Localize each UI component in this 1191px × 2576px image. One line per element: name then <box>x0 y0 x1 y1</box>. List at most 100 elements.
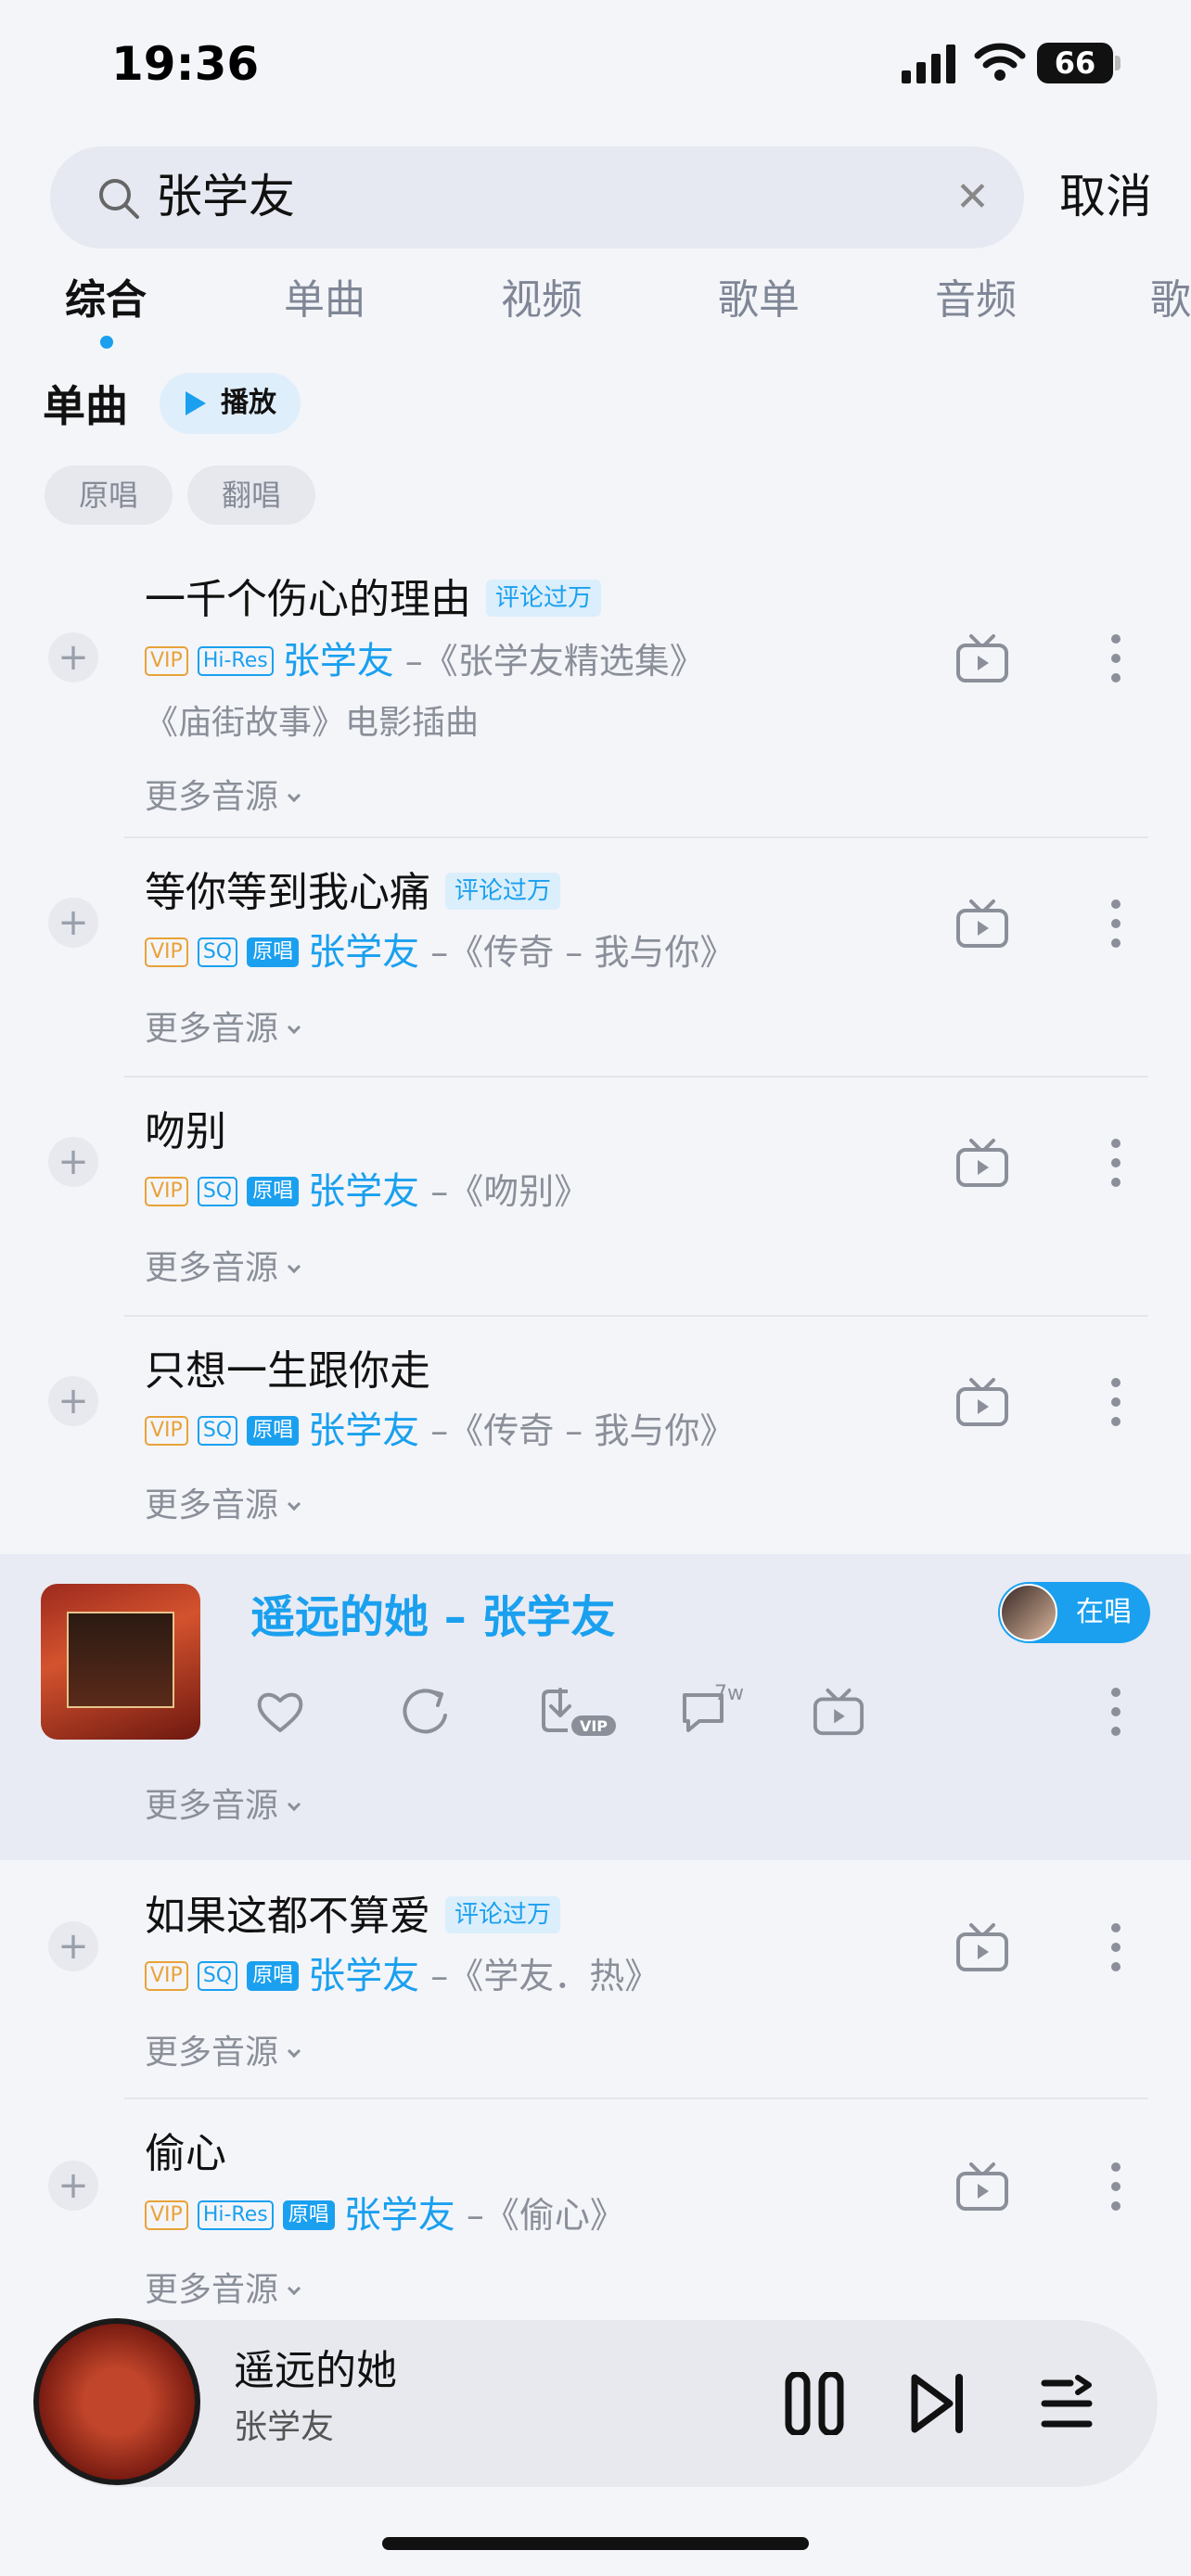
more-options-icon[interactable] <box>1109 1686 1122 1738</box>
playing-song-title[interactable]: 遥远的她 – 张学友 <box>250 1588 615 1647</box>
section-title: 单曲 <box>43 381 128 431</box>
vip-tag: VIP <box>145 2200 188 2230</box>
cancel-button[interactable]: 取消 <box>1059 167 1152 226</box>
mini-player[interactable] <box>33 2320 1158 2487</box>
album-name: –《传奇 – 我与你》 <box>430 932 736 973</box>
song-meta: VIP SQ 原唱 张学友 –《传奇 – 我与你》 <box>145 1408 735 1454</box>
chevron-down-icon <box>287 1020 301 1035</box>
more-options-icon[interactable] <box>1109 1921 1122 1973</box>
more-sources-button[interactable]: 更多音源 <box>145 1484 301 1528</box>
artist-link[interactable]: 张学友 <box>308 1170 419 1213</box>
song-title[interactable]: 如果这都不算爱 评论过万 <box>145 1890 561 1944</box>
pause-icon[interactable] <box>785 2372 844 2435</box>
cellular-signal-icon <box>902 45 955 83</box>
add-song-button[interactable]: + <box>48 1376 98 1426</box>
comments-badge: 评论过万 <box>486 580 602 617</box>
chevron-down-icon <box>287 1259 301 1274</box>
filter-original[interactable]: 原唱 <box>45 465 173 525</box>
tab-more[interactable]: 歌 <box>1150 274 1191 326</box>
tab-songs[interactable]: 单曲 <box>284 274 365 326</box>
more-options-icon[interactable] <box>1109 1376 1122 1428</box>
song-meta: VIP SQ 原唱 张学友 –《吻别》 <box>145 1168 589 1215</box>
player-song-title[interactable]: 遥远的她 <box>234 2344 397 2398</box>
song-meta: VIP Hi-Res 张学友 –《张学友精选集》 <box>145 638 705 684</box>
player-album-art[interactable] <box>33 2318 200 2485</box>
player-artist: 张学友 <box>234 2408 335 2446</box>
song-title[interactable]: 吻别 <box>145 1105 226 1159</box>
original-tag: 原唱 <box>247 1415 300 1446</box>
battery-icon: 66 <box>1037 43 1113 83</box>
playlist-icon[interactable] <box>1039 2374 1095 2433</box>
song-title[interactable]: 一千个伤心的理由 评论过万 <box>145 573 602 627</box>
more-options-icon[interactable] <box>1109 898 1122 950</box>
album-name: –《学友．热》 <box>430 1956 660 1996</box>
hires-tag: Hi-Res <box>197 2200 274 2230</box>
singer-avatar <box>1000 1584 1057 1641</box>
clear-icon[interactable]: ✕ <box>955 172 990 223</box>
mv-icon[interactable] <box>955 1921 1009 1973</box>
sq-tag: SQ <box>197 937 238 967</box>
song-title[interactable]: 等你等到我心痛 评论过万 <box>145 866 561 920</box>
divider <box>124 1315 1148 1317</box>
search-input[interactable]: 张学友 <box>156 167 295 226</box>
active-tab-indicator <box>100 336 113 349</box>
more-options-icon[interactable] <box>1109 1137 1122 1189</box>
artist-link[interactable]: 张学友 <box>308 1955 419 1997</box>
more-sources-button[interactable]: 更多音源 <box>145 1784 301 1829</box>
add-song-button[interactable]: + <box>48 1137 98 1187</box>
comments-badge: 评论过万 <box>445 873 561 910</box>
more-sources-button[interactable]: 更多音源 <box>145 2268 301 2313</box>
song-title[interactable]: 只想一生跟你走 <box>145 1345 430 1398</box>
artist-link[interactable]: 张学友 <box>344 2194 455 2237</box>
tab-playlists[interactable]: 歌单 <box>718 274 800 326</box>
vip-tag: VIP <box>145 937 188 967</box>
album-name: –《偷心》 <box>466 2195 625 2236</box>
play-all-button[interactable]: 播放 <box>160 373 301 434</box>
mv-icon[interactable] <box>955 898 1009 950</box>
mv-icon[interactable] <box>955 1376 1009 1428</box>
more-sources-button[interactable]: 更多音源 <box>145 1007 301 1052</box>
album-name: –《吻别》 <box>430 1171 590 1212</box>
vip-tag: VIP <box>145 645 188 676</box>
add-song-button[interactable]: + <box>48 898 98 948</box>
filter-cover[interactable]: 翻唱 <box>187 465 315 525</box>
original-tag: 原唱 <box>247 1960 300 1991</box>
artist-link[interactable]: 张学友 <box>308 931 419 974</box>
vip-tag: VIP <box>145 1176 188 1206</box>
more-options-icon[interactable] <box>1109 2161 1122 2213</box>
comment-count: 7w <box>714 1682 744 1705</box>
sq-tag: SQ <box>197 1176 238 1206</box>
mv-icon[interactable] <box>813 1686 864 1738</box>
original-tag: 原唱 <box>282 2200 335 2230</box>
add-song-button[interactable]: + <box>48 2161 98 2211</box>
tab-audio[interactable]: 音频 <box>935 274 1017 326</box>
more-sources-button[interactable]: 更多音源 <box>145 1246 301 1291</box>
download-icon[interactable]: VIP <box>540 1684 618 1740</box>
home-indicator[interactable] <box>382 2537 809 2550</box>
next-track-icon[interactable] <box>909 2372 968 2435</box>
add-song-button[interactable]: + <box>48 632 98 682</box>
battery-nub <box>1115 56 1121 70</box>
add-song-button[interactable]: + <box>48 1921 98 1971</box>
song-meta: VIP Hi-Res 原唱 张学友 –《偷心》 <box>145 2192 625 2238</box>
tab-videos[interactable]: 视频 <box>501 274 583 326</box>
song-title[interactable]: 偷心 <box>145 2127 226 2181</box>
more-options-icon[interactable] <box>1109 632 1122 684</box>
vip-tag: VIP <box>145 1960 188 1991</box>
play-icon <box>186 391 206 415</box>
album-cover[interactable] <box>41 1584 200 1740</box>
status-time: 19:36 <box>111 37 260 91</box>
mv-icon[interactable] <box>955 1137 1009 1189</box>
tab-overview[interactable]: 综合 <box>65 274 147 326</box>
mv-icon[interactable] <box>955 2161 1009 2213</box>
original-tag: 原唱 <box>247 937 300 967</box>
artist-link[interactable]: 张学友 <box>308 1409 419 1452</box>
share-icon[interactable] <box>401 1686 453 1738</box>
sq-tag: SQ <box>197 1960 238 1991</box>
mv-icon[interactable] <box>955 632 1009 684</box>
artist-link[interactable]: 张学友 <box>283 640 394 682</box>
svg-text:VIP: VIP <box>580 1717 608 1735</box>
more-sources-button[interactable]: 更多音源 <box>145 2031 301 2075</box>
more-sources-button[interactable]: 更多音源 <box>145 775 301 820</box>
heart-icon[interactable] <box>254 1686 306 1738</box>
